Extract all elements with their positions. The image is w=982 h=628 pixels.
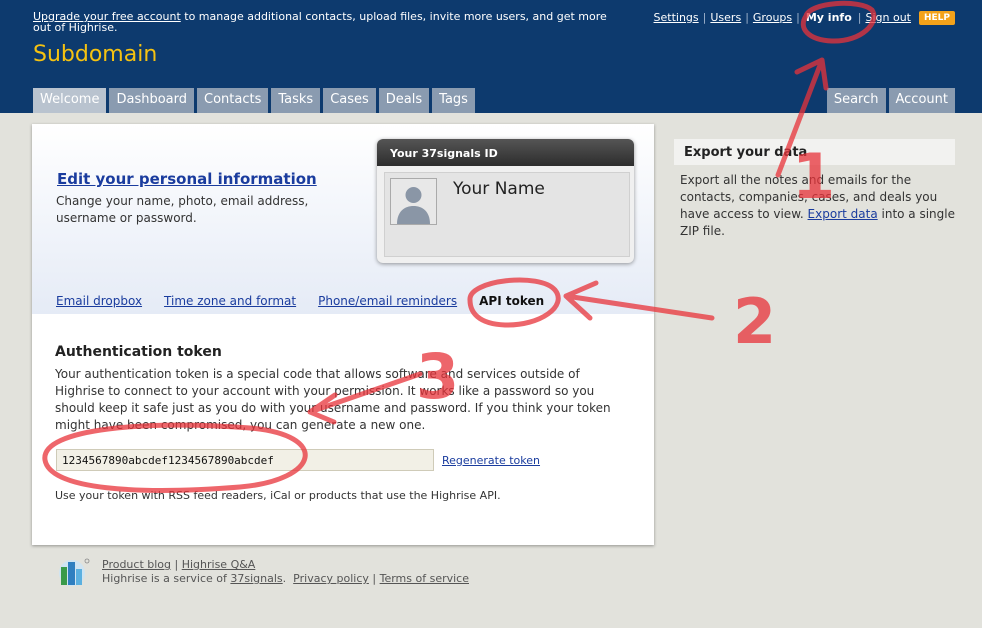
avatar xyxy=(390,178,437,225)
tab-search[interactable]: Search xyxy=(826,88,886,113)
groups-link[interactable]: Groups xyxy=(749,11,796,24)
tab-tags[interactable]: Tags xyxy=(432,88,475,113)
token-field[interactable]: 1234567890abcdef1234567890abcdef xyxy=(56,449,434,471)
regenerate-token-link[interactable]: Regenerate token xyxy=(442,454,540,467)
qa-link[interactable]: Highrise Q&A xyxy=(182,558,256,571)
main-tabs: Welcome Dashboard Contacts Tasks Cases D… xyxy=(33,88,475,113)
subtab-api-token[interactable]: API token xyxy=(479,294,544,308)
auth-token-title: Authentication token xyxy=(55,344,222,360)
highrise-logo xyxy=(53,557,91,587)
export-title: Export your data xyxy=(674,139,955,165)
tab-account[interactable]: Account xyxy=(888,88,955,113)
terms-link[interactable]: Terms of service xyxy=(380,572,469,585)
person-icon xyxy=(391,179,436,224)
product-blog-link[interactable]: Product blog xyxy=(102,558,171,571)
id-card-body: Your Name xyxy=(384,172,630,257)
subtab-email-dropbox[interactable]: Email dropbox xyxy=(56,294,142,308)
export-data-link[interactable]: Export data xyxy=(808,207,878,221)
help-button[interactable]: HELP xyxy=(918,10,955,25)
app-header: Upgrade your free account to manage addi… xyxy=(0,0,982,113)
tab-tasks[interactable]: Tasks xyxy=(271,88,321,113)
settings-link[interactable]: Settings xyxy=(650,11,703,24)
site-title: Subdomain xyxy=(33,42,158,67)
building-icon xyxy=(59,558,90,586)
tab-dashboard[interactable]: Dashboard xyxy=(109,88,194,113)
service-text: Highrise is a service of xyxy=(102,572,227,585)
tab-deals[interactable]: Deals xyxy=(378,88,430,113)
settings-subtabs: Email dropbox Time zone and format Phone… xyxy=(56,294,544,308)
token-usage-note: Use your token with RSS feed readers, iC… xyxy=(55,489,501,502)
subtab-time-zone[interactable]: Time zone and format xyxy=(164,294,296,308)
id-card-title: Your 37signals ID xyxy=(377,139,634,166)
tab-cases[interactable]: Cases xyxy=(323,88,376,113)
edit-description: Change your name, photo, email address, … xyxy=(56,194,309,225)
37signals-link[interactable]: 37signals xyxy=(230,572,282,585)
export-description: Export all the notes and emails for the … xyxy=(680,172,960,240)
privacy-policy-link[interactable]: Privacy policy xyxy=(293,572,369,585)
right-tabs: Search Account xyxy=(826,88,955,113)
user-name: Your Name xyxy=(453,179,545,199)
footer: Product blog | Highrise Q&A Highrise is … xyxy=(102,558,469,585)
my-info-link[interactable]: My info xyxy=(799,9,858,26)
upgrade-notice: Upgrade your free account to manage addi… xyxy=(33,11,613,33)
edit-personal-info-link[interactable]: Edit your personal information xyxy=(57,170,317,188)
sign-out-link[interactable]: Sign out xyxy=(861,11,915,24)
account-links: Settings | Users | Groups | My info | Sign o… xyxy=(650,9,955,26)
tab-welcome[interactable]: Welcome xyxy=(33,88,107,113)
tab-contacts[interactable]: Contacts xyxy=(197,88,269,113)
id-card: Your 37signals ID Your Name xyxy=(377,139,634,263)
annotation-number: 2 xyxy=(733,285,776,358)
users-link[interactable]: Users xyxy=(706,11,745,24)
auth-token-description: Your authentication token is a special c… xyxy=(55,367,611,432)
my-info-panel: Edit your personal information Change yo… xyxy=(32,124,654,545)
subtab-reminders[interactable]: Phone/email reminders xyxy=(318,294,457,308)
